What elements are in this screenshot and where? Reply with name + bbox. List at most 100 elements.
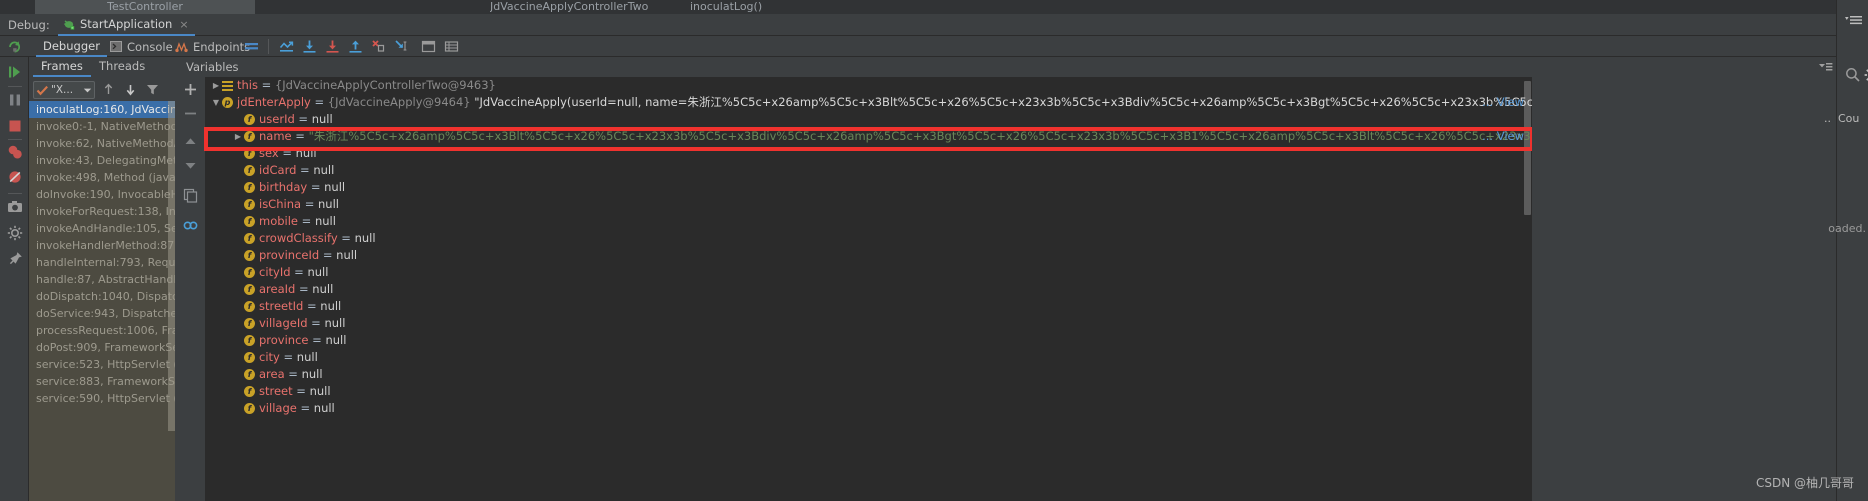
variable-row[interactable]: f sex = null [206,145,1532,162]
endpoints-icon [175,41,188,53]
frame-row[interactable]: doPost:909, FrameworkSe [29,339,175,356]
hide-icon[interactable] [1818,60,1833,74]
variable-row[interactable]: f streetId = null [206,298,1532,315]
tab-debugger[interactable]: Debugger [36,36,107,57]
variable-row[interactable]: f villageId = null [206,315,1532,332]
camera-icon[interactable] [6,198,24,216]
frame-row[interactable]: service:883, FrameworkSe [29,373,175,390]
frame-row[interactable]: doDispatch:1040, Dispatch [29,288,175,305]
add-watch-icon[interactable] [182,81,199,98]
variable-kind-icon: f [244,182,255,193]
layout-settings-icon[interactable] [243,38,260,55]
frames-list[interactable]: inoculatLog:160, JdVaccine invoke0:-1, Na… [29,101,175,501]
frame-row[interactable]: handleInternal:793, Reque [29,254,175,271]
rail-divider-1 [8,86,22,87]
frame-row[interactable]: service:590, HttpServlet (j [29,390,175,407]
frame-row[interactable]: invoke:62, NativeMethodA [29,135,175,152]
variable-reference: {JdVaccineApply@9464} [327,95,475,109]
pin-icon[interactable] [6,250,24,268]
view-link[interactable]: ... View [1482,128,1524,145]
frame-row[interactable]: handle:87, AbstractHandle [29,271,175,288]
frame-row[interactable]: doInvoke:190, InvocableH [29,186,175,203]
move-up-icon[interactable] [101,82,116,97]
variable-null-value: null [354,231,376,245]
frame-row[interactable]: inoculatLog:160, JdVaccine [29,101,175,118]
evaluate-expression-icon[interactable] [420,38,437,55]
frame-row[interactable]: invokeForRequest:138, Inv [29,203,175,220]
view-link[interactable]: ... View [1482,94,1524,111]
variable-name: city [259,350,280,364]
gear-icon[interactable] [1863,66,1868,84]
step-over-icon[interactable] [301,38,318,55]
variable-row[interactable]: f isChina = null [206,196,1532,213]
frame-row[interactable]: doService:943, Dispatcher [29,305,175,322]
mute-breakpoints-icon[interactable] [443,38,460,55]
stop-icon[interactable] [6,117,24,135]
frame-row[interactable]: invoke:43, DelegatingMet [29,152,175,169]
variable-row[interactable]: f city = null [206,349,1532,366]
run-to-cursor-icon[interactable] [393,38,410,55]
step-into-icon[interactable] [324,38,341,55]
variable-row[interactable]: f idCard = null [206,162,1532,179]
variable-row[interactable]: f birthday = null [206,179,1532,196]
frames-panel: Frames Threads "X... inoculatLog:160, Jd… [29,57,175,501]
show-execution-point-icon[interactable] [278,38,295,55]
variable-row[interactable]: f street = null [206,383,1532,400]
variable-null-value: null [314,214,336,228]
variables-tree[interactable]: ▶ this = {JdVaccineApplyControllerTwo@946… [206,77,1532,501]
force-step-into-icon[interactable] [370,38,387,55]
frame-row[interactable]: processRequest:1006, Fra [29,322,175,339]
variable-name: idCard [259,163,297,177]
variable-row[interactable]: f area = null [206,366,1532,383]
variable-equals: = [292,384,310,398]
variable-kind-icon: f [244,165,255,176]
close-icon[interactable]: × [179,18,188,31]
copy-icon[interactable] [182,187,199,204]
editor-tab-testcontroller[interactable]: TestController [35,0,255,14]
frame-row[interactable]: service:523, HttpServlet (j [29,356,175,373]
variable-name: birthday [259,180,308,194]
chevron-down-icon[interactable]: ▼ [210,94,222,111]
chevron-right-icon[interactable]: ▶ [210,77,222,94]
inspect-icon[interactable] [182,217,199,234]
editor-tab-jdvaccineapplycontrollertwo[interactable]: JdVaccineApplyControllerTwo [490,0,648,14]
variable-row[interactable]: f areaId = null [206,281,1532,298]
frame-row[interactable]: invoke0:-1, NativeMethod [29,118,175,135]
variable-row[interactable]: f userId = null [206,111,1532,128]
settings-icon[interactable] [6,224,24,242]
variable-row[interactable]: f cityId = null [206,264,1532,281]
variable-row[interactable]: ▼ p jdEnterApply = {JdVaccineApply@9464} "… [206,94,1532,111]
frame-row[interactable]: invokeHandlerMethod:879 [29,237,175,254]
variable-row[interactable]: f provinceId = null [206,247,1532,264]
tab-frames[interactable]: Frames [33,57,91,77]
thread-selector[interactable]: "X... [33,81,95,99]
pause-program-icon[interactable] [6,91,24,109]
variable-row[interactable]: f crowdClassify = null [206,230,1532,247]
debug-session-tab[interactable]: StartApplication × [58,14,195,36]
variable-row[interactable]: f village = null [206,400,1532,417]
down-icon[interactable] [182,157,199,174]
mute-breakpoints-rail-icon[interactable] [6,168,24,186]
filter-icon[interactable] [145,82,160,97]
move-down-icon[interactable] [123,82,138,97]
variable-row[interactable]: ▶ this = {JdVaccineApplyControllerTwo@946… [206,77,1532,94]
tab-threads[interactable]: Threads [91,57,153,77]
variable-row[interactable]: f province = null [206,332,1532,349]
variable-row[interactable]: ▶ f name = "朱浙江%5C5c+x26amp%5C5c+x3Blt%5C5… [206,128,1532,145]
resume-program-icon[interactable] [6,63,24,81]
step-out-icon[interactable] [347,38,364,55]
variable-equals: = [303,299,321,313]
frame-row[interactable]: invokeAndHandle:105, Ser [29,220,175,237]
chevron-right-icon[interactable]: ▶ [232,128,244,145]
frame-row[interactable]: invoke:498, Method (java. [29,169,175,186]
frames-scrollbar[interactable] [168,101,175,431]
variable-row[interactable]: f mobile = null [206,213,1532,230]
remove-watch-icon[interactable] [182,105,199,122]
up-icon[interactable] [182,133,199,150]
variable-name: street [259,384,293,398]
search-icon[interactable] [1844,66,1862,84]
rerun-icon[interactable] [6,38,23,55]
editor-tab-inoculatlog[interactable]: inoculatLog() [690,0,762,14]
view-breakpoints-icon[interactable] [6,143,24,161]
menu-icon[interactable] [1845,14,1863,32]
